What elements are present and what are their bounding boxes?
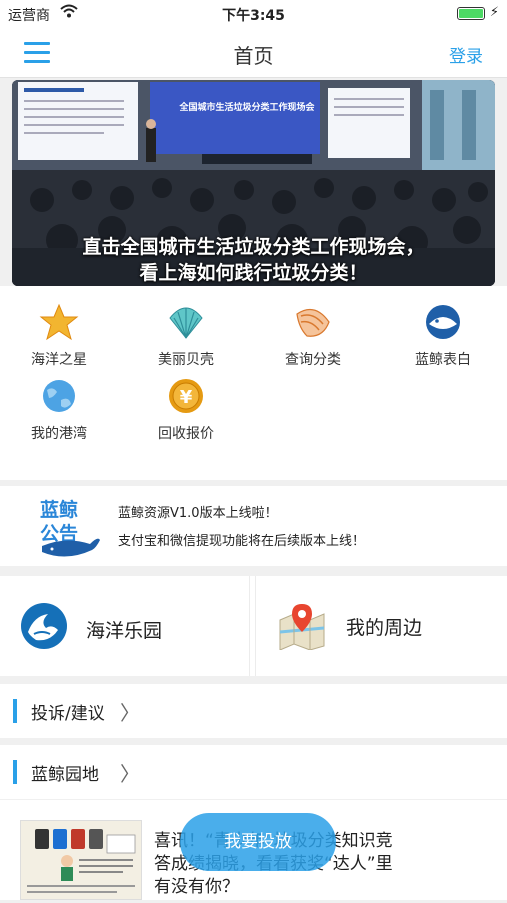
conch-icon (293, 302, 333, 342)
coin-icon: ¥ (166, 376, 206, 416)
drop-off-button[interactable]: 我要投放 (180, 813, 336, 871)
card-ocean-park[interactable]: 海洋乐园 (0, 576, 250, 676)
section-whale-garden[interactable]: 蓝鲸园地 〉 (0, 745, 507, 799)
whale-announcement-logo: 蓝鲸 公告 (36, 492, 102, 562)
quick-item-recycle-quote[interactable]: ¥ 回收报价 (131, 376, 241, 443)
banner-caption-line2: 看上海如何践行垃圾分类！ (139, 262, 368, 284)
quick-item-seashell[interactable]: 美丽贝壳 (131, 302, 241, 369)
section-accent-bar (13, 699, 17, 723)
card-my-nearby[interactable]: 我的周边 (255, 576, 507, 676)
quick-menu: 海洋之星 美丽贝壳 查询分类 蓝鲸表白 我的港湾 ¥ 回收报价 (0, 286, 507, 480)
quick-item-query-category[interactable]: 查询分类 (258, 302, 368, 369)
quick-item-label: 查询分类 (285, 352, 341, 368)
announcement-line1: 蓝鲸资源V1.0版本上线啦！ (118, 506, 278, 521)
chevron-right-icon: 〉 (120, 762, 140, 786)
feature-cards: 海洋乐园 我的周边 (0, 576, 507, 676)
starfish-icon (39, 302, 79, 342)
card-label: 我的周边 (346, 617, 423, 639)
news-thumbnail (20, 820, 142, 900)
battery-icon (457, 7, 485, 20)
banner-caption-line1: 直击全国城市生活垃圾分类工作现场会， (82, 236, 425, 258)
quick-item-label: 回收报价 (158, 426, 214, 442)
quick-item-label: 我的港湾 (31, 426, 87, 442)
card-label: 海洋乐园 (86, 620, 163, 642)
status-bar: 运营商 下午3:45 ⚡ (0, 0, 507, 28)
svg-text:蓝鲸: 蓝鲸 (40, 498, 78, 521)
map-pin-icon (278, 602, 326, 651)
whale-icon (423, 302, 463, 342)
announcement-bar[interactable]: 蓝鲸 公告 蓝鲸资源V1.0版本上线啦！ 支付宝和微信提现功能将在后续版本上线！ (0, 486, 507, 566)
nav-bar: 首页 登录 (0, 28, 507, 78)
menu-icon[interactable] (24, 42, 50, 64)
quick-item-label: 海洋之星 (31, 352, 87, 368)
clock: 下午3:45 (222, 8, 285, 24)
page-title: 首页 (233, 44, 274, 68)
quick-item-ocean-star[interactable]: 海洋之星 (4, 302, 114, 369)
section-accent-bar (13, 760, 17, 784)
section-title: 蓝鲸园地 (31, 765, 99, 785)
ocean-wave-icon (20, 602, 68, 650)
quick-item-whale-confession[interactable]: 蓝鲸表白 (388, 302, 498, 369)
banner-screen-title: 全国城市生活垃圾分类工作现场会 (179, 103, 315, 113)
quick-item-label: 蓝鲸表白 (415, 352, 471, 368)
svg-text:¥: ¥ (180, 387, 193, 408)
banner-carousel[interactable]: 全国城市生活垃圾分类工作现场会 直击全国城市生活垃圾分类工作现场会， 看上海如何… (12, 80, 495, 286)
charging-icon: ⚡ (489, 5, 499, 20)
seashell-icon (166, 302, 206, 342)
announcement-line2: 支付宝和微信提现功能将在后续版本上线！ (118, 534, 366, 549)
section-title: 投诉/建议 (31, 704, 105, 724)
quick-item-label: 美丽贝壳 (158, 352, 214, 368)
login-button[interactable]: 登录 (449, 42, 483, 67)
chevron-right-icon: 〉 (120, 701, 140, 725)
globe-icon (39, 376, 79, 416)
section-complaint-suggestion[interactable]: 投诉/建议 〉 (0, 684, 507, 738)
quick-item-my-harbor[interactable]: 我的港湾 (4, 376, 114, 443)
